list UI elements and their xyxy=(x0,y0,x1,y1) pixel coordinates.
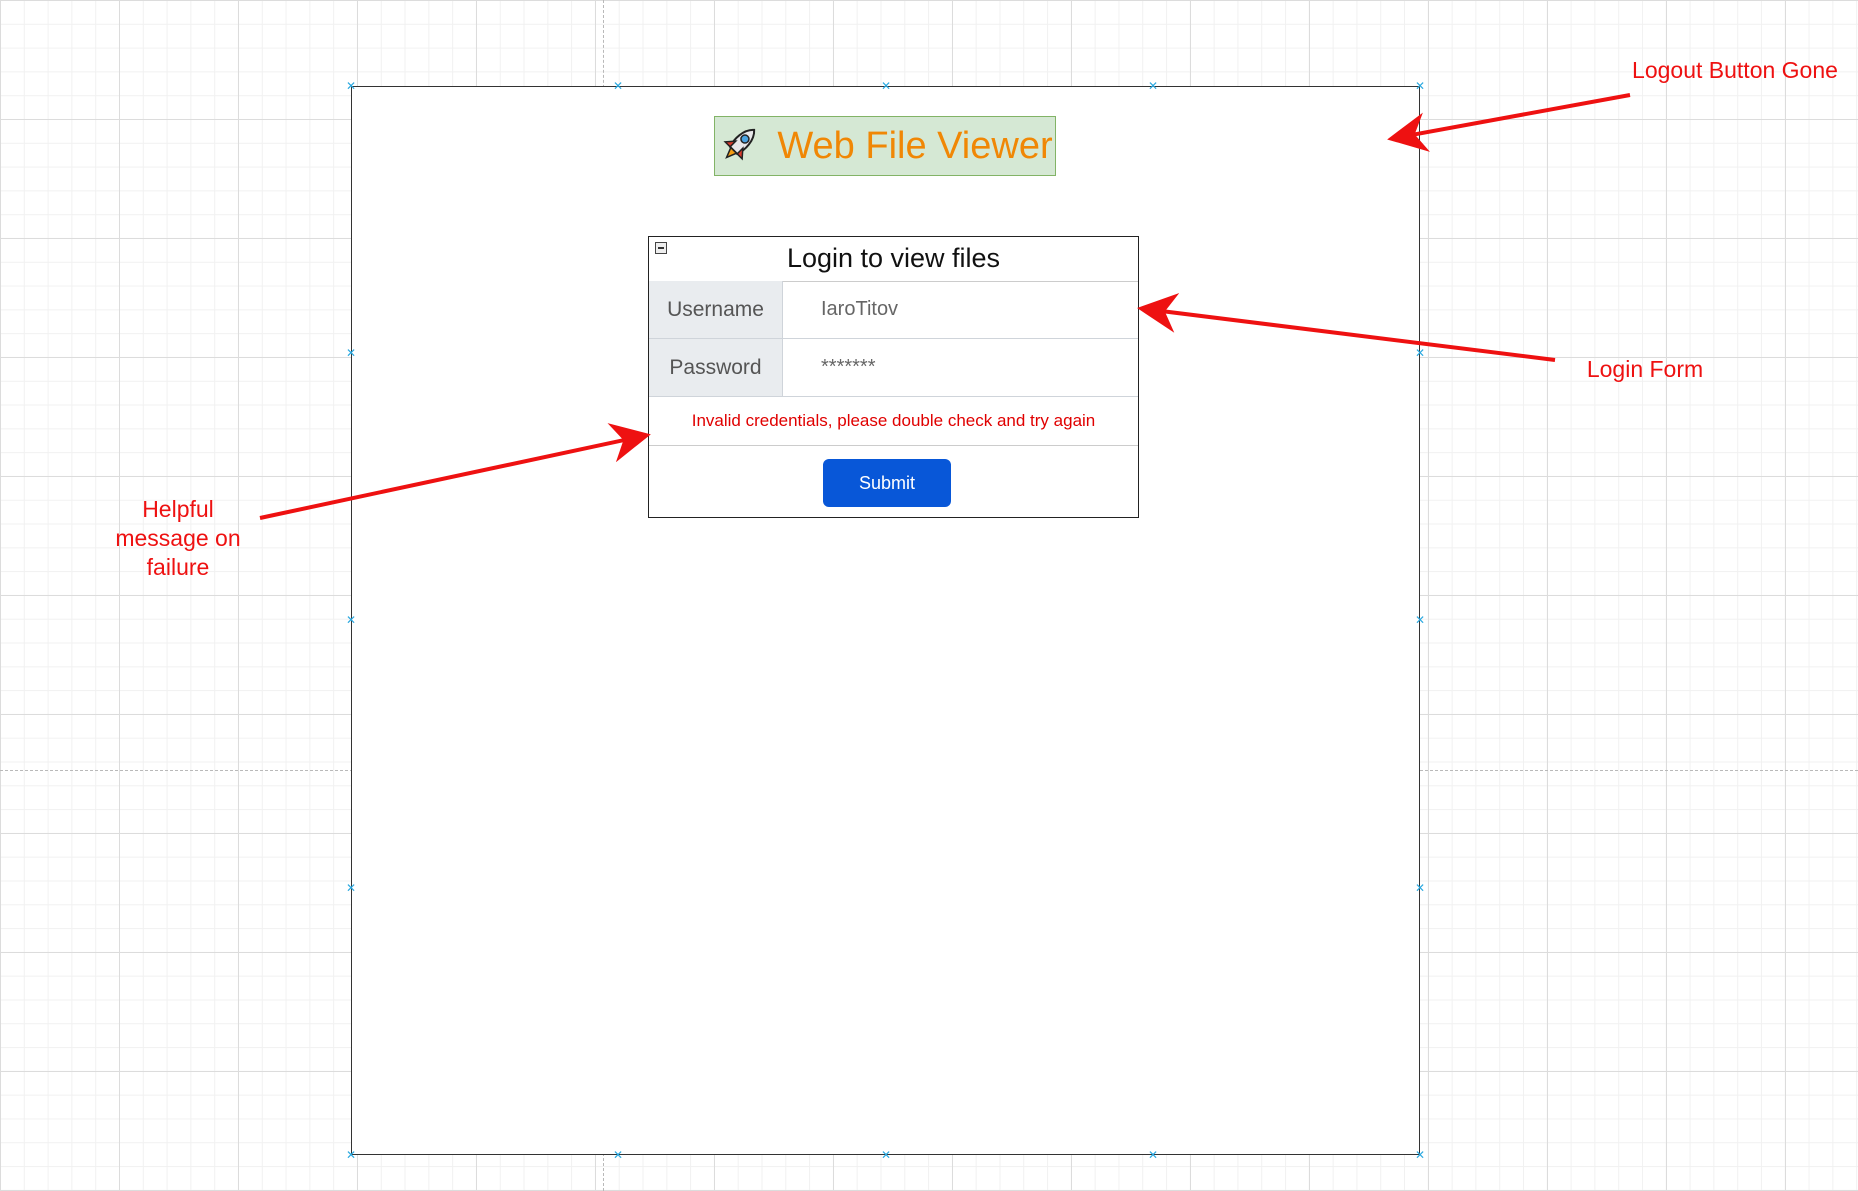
annotation-arrows xyxy=(259,93,1631,520)
arrow-logout xyxy=(1387,93,1631,152)
arrow-helpful-message xyxy=(259,423,651,520)
arrow-login-form xyxy=(1137,293,1556,362)
